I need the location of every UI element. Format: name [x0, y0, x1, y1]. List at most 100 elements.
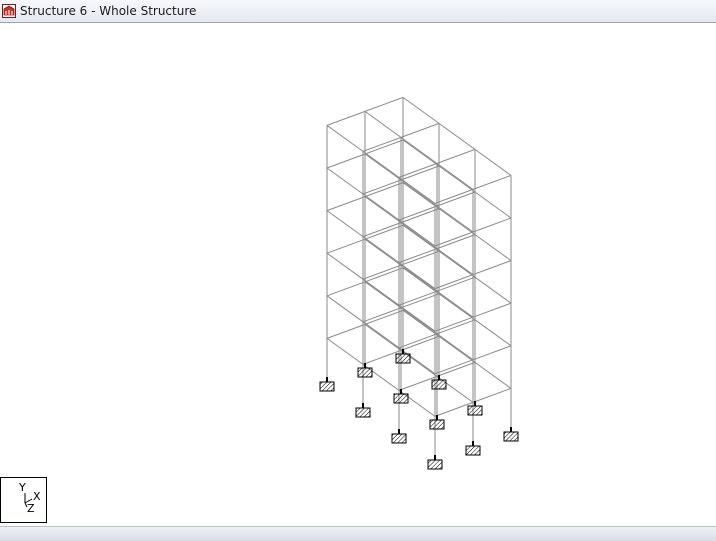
beam-member[interactable]	[400, 165, 440, 181]
beam-member[interactable]	[436, 191, 476, 207]
beam-member[interactable]	[326, 124, 364, 152]
beam-member[interactable]	[364, 139, 404, 155]
beam-member[interactable]	[438, 208, 476, 236]
beam-member[interactable]	[434, 274, 474, 290]
beam-member[interactable]	[402, 224, 440, 252]
beam-member[interactable]	[364, 96, 404, 112]
fixed-support-icon[interactable]	[465, 441, 481, 456]
beam-member[interactable]	[400, 122, 440, 138]
beam-member[interactable]	[400, 179, 438, 207]
beam-member[interactable]	[362, 222, 402, 238]
beam-member[interactable]	[362, 278, 400, 306]
beam-member[interactable]	[364, 238, 402, 266]
beam-member[interactable]	[436, 234, 476, 250]
beam-member[interactable]	[436, 361, 476, 377]
beam-member[interactable]	[438, 335, 476, 363]
beam-member[interactable]	[362, 349, 402, 365]
beam-member[interactable]	[398, 205, 438, 221]
beam-member[interactable]	[364, 309, 404, 325]
beam-member[interactable]	[362, 236, 400, 264]
beam-member[interactable]	[398, 219, 436, 247]
beam-member[interactable]	[474, 276, 512, 304]
beam-member[interactable]	[326, 153, 366, 169]
beam-member[interactable]	[398, 304, 436, 332]
beam-member[interactable]	[398, 248, 438, 264]
beam-member[interactable]	[398, 375, 438, 391]
beam-member[interactable]	[400, 264, 438, 292]
beam-member[interactable]	[436, 162, 474, 190]
beam-member[interactable]	[400, 208, 440, 224]
beam-member[interactable]	[398, 176, 436, 204]
structure-model[interactable]	[0, 23, 716, 526]
beam-member[interactable]	[398, 162, 438, 178]
beam-member[interactable]	[362, 193, 400, 221]
beam-member[interactable]	[362, 264, 402, 280]
beam-member[interactable]	[362, 150, 400, 178]
beam-member[interactable]	[362, 307, 402, 323]
fixed-support-icon[interactable]	[357, 363, 373, 378]
beam-member[interactable]	[472, 387, 512, 403]
beam-member[interactable]	[434, 188, 474, 204]
beam-member[interactable]	[364, 281, 402, 309]
beam-member[interactable]	[472, 302, 512, 318]
fixed-support-icon[interactable]	[355, 403, 371, 418]
fixed-support-icon[interactable]	[319, 377, 335, 392]
beam-member[interactable]	[434, 359, 474, 375]
beam-member[interactable]	[326, 210, 364, 238]
beam-member[interactable]	[436, 333, 474, 361]
beam-member[interactable]	[402, 96, 440, 124]
beam-member[interactable]	[364, 153, 402, 181]
beam-member[interactable]	[472, 345, 512, 361]
beam-member[interactable]	[326, 295, 364, 323]
beam-member[interactable]	[474, 361, 512, 389]
beam-member[interactable]	[326, 238, 366, 254]
beam-member[interactable]	[326, 110, 366, 126]
fixed-support-icon[interactable]	[427, 455, 443, 470]
beam-member[interactable]	[434, 231, 474, 247]
beam-member[interactable]	[364, 224, 404, 240]
structure-viewport[interactable]	[0, 23, 716, 526]
beam-member[interactable]	[472, 217, 512, 233]
beam-member[interactable]	[402, 182, 440, 210]
beam-member[interactable]	[402, 139, 440, 167]
beam-member[interactable]	[436, 319, 476, 335]
beam-member[interactable]	[438, 293, 476, 321]
beam-member[interactable]	[472, 260, 512, 276]
beam-member[interactable]	[438, 165, 476, 193]
beam-member[interactable]	[400, 222, 438, 250]
beam-member[interactable]	[402, 309, 440, 337]
beam-member[interactable]	[436, 290, 474, 318]
beam-member[interactable]	[326, 167, 364, 195]
beam-member[interactable]	[326, 281, 366, 297]
beam-member[interactable]	[400, 293, 440, 309]
beam-member[interactable]	[398, 290, 438, 306]
beam-member[interactable]	[364, 267, 404, 283]
beam-member[interactable]	[362, 321, 400, 349]
beam-member[interactable]	[436, 248, 474, 276]
beam-member[interactable]	[364, 323, 402, 351]
beam-member[interactable]	[474, 191, 512, 219]
beam-member[interactable]	[400, 136, 438, 164]
beam-member[interactable]	[436, 148, 476, 164]
beam-member[interactable]	[472, 174, 512, 190]
beam-member[interactable]	[474, 148, 512, 176]
beam-member[interactable]	[398, 333, 438, 349]
beam-member[interactable]	[474, 234, 512, 262]
beam-member[interactable]	[436, 276, 476, 292]
fixed-support-icon[interactable]	[393, 389, 409, 404]
beam-member[interactable]	[364, 182, 404, 198]
beam-member[interactable]	[402, 267, 440, 295]
beam-member[interactable]	[436, 205, 474, 233]
beam-member[interactable]	[434, 316, 474, 332]
beam-member[interactable]	[362, 136, 402, 152]
beam-member[interactable]	[400, 250, 440, 266]
beam-member[interactable]	[326, 323, 366, 339]
beam-member[interactable]	[474, 319, 512, 347]
beam-member[interactable]	[434, 401, 474, 417]
fixed-support-icon[interactable]	[391, 429, 407, 444]
beam-member[interactable]	[400, 307, 438, 335]
fixed-support-icon[interactable]	[429, 415, 445, 430]
beam-member[interactable]	[362, 179, 402, 195]
beam-member[interactable]	[400, 335, 440, 351]
beam-member[interactable]	[438, 122, 476, 150]
